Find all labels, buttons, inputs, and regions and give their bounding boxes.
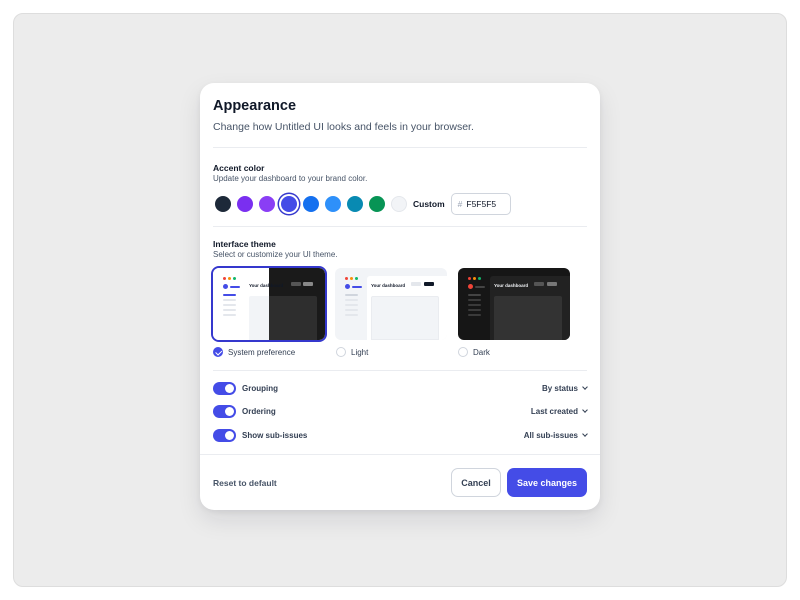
ordering-select[interactable]: Last created <box>530 406 588 416</box>
accent-swatches: Custom # F5F5F5 <box>215 193 511 215</box>
mock-title: Your dashboard <box>249 283 284 288</box>
cancel-button[interactable]: Cancel <box>451 468 501 497</box>
select-value: By status <box>541 383 578 393</box>
chevron-down-icon <box>582 383 588 390</box>
grouping-select[interactable]: By status <box>541 383 588 393</box>
swatch-light-blue[interactable] <box>325 196 341 212</box>
chevron-down-icon <box>582 430 588 437</box>
radio-label: System preference <box>228 347 296 357</box>
swatch-purple[interactable] <box>237 196 253 212</box>
radio-icon[interactable] <box>458 347 468 357</box>
radio-checked-icon[interactable] <box>213 347 223 357</box>
swatch-blue[interactable] <box>303 196 319 212</box>
divider <box>213 370 587 371</box>
light-preview: Your dashboard <box>335 268 447 340</box>
custom-color-label: Custom <box>413 199 445 209</box>
toggle-row-sub-issues: Show sub-issues All sub-issues <box>213 428 588 442</box>
select-value: All sub-issues <box>523 430 578 440</box>
select-value: Last created <box>530 406 578 416</box>
toggle-row-grouping: Grouping By status <box>213 381 588 395</box>
sub-issues-toggle[interactable] <box>213 428 236 442</box>
swatch-green[interactable] <box>369 196 385 212</box>
toggle-label: Show sub-issues <box>242 430 308 440</box>
divider <box>213 226 587 227</box>
swatch-violet[interactable] <box>259 196 275 212</box>
footer-divider <box>200 454 600 455</box>
modal-subtitle: Change how Untitled UI looks and feels i… <box>213 121 474 133</box>
reset-to-default-button[interactable]: Reset to default <box>213 478 277 488</box>
toggle-label: Ordering <box>242 406 276 416</box>
swatch-light-gray[interactable] <box>391 196 407 212</box>
modal-title: Appearance <box>213 98 297 114</box>
ordering-toggle[interactable] <box>213 404 236 418</box>
interface-theme-title: Interface theme <box>213 239 276 249</box>
theme-card-light[interactable]: Your dashboard <box>335 268 447 340</box>
system-preview: Your dashboard <box>213 268 325 340</box>
hex-value: F5F5F5 <box>466 199 497 209</box>
accent-color-subtitle: Update your dashboard to your brand colo… <box>213 174 368 183</box>
dark-preview: Your dashboard <box>458 268 570 340</box>
accent-color-title: Accent color <box>213 163 265 173</box>
radio-icon[interactable] <box>336 347 346 357</box>
mock-title: Your dashboard <box>371 283 406 288</box>
mock-title: Your dashboard <box>494 283 529 288</box>
swatch-indigo[interactable] <box>281 196 297 212</box>
theme-card-system[interactable]: Your dashboard <box>213 268 325 340</box>
appearance-settings-modal: Appearance Change how Untitled UI looks … <box>200 83 600 510</box>
toggle-label: Grouping <box>242 383 278 393</box>
divider <box>213 147 587 148</box>
hash-prefix: # <box>457 199 463 209</box>
radio-system-preference[interactable]: System preference <box>213 347 295 357</box>
save-changes-button[interactable]: Save changes <box>507 468 587 497</box>
grouping-toggle[interactable] <box>213 381 236 395</box>
custom-hex-input[interactable]: # F5F5F5 <box>450 193 511 215</box>
swatch-black[interactable] <box>215 196 231 212</box>
toggle-row-ordering: Ordering Last created <box>213 404 588 418</box>
radio-label: Light <box>351 347 369 357</box>
radio-label: Dark <box>473 347 490 357</box>
chevron-down-icon <box>582 406 588 413</box>
sub-issues-select[interactable]: All sub-issues <box>523 430 588 440</box>
radio-light[interactable]: Light <box>336 347 368 357</box>
theme-card-dark[interactable]: Your dashboard <box>458 268 570 340</box>
swatch-teal[interactable] <box>347 196 363 212</box>
radio-dark[interactable]: Dark <box>458 347 490 357</box>
interface-theme-subtitle: Select or customize your UI theme. <box>213 250 338 259</box>
